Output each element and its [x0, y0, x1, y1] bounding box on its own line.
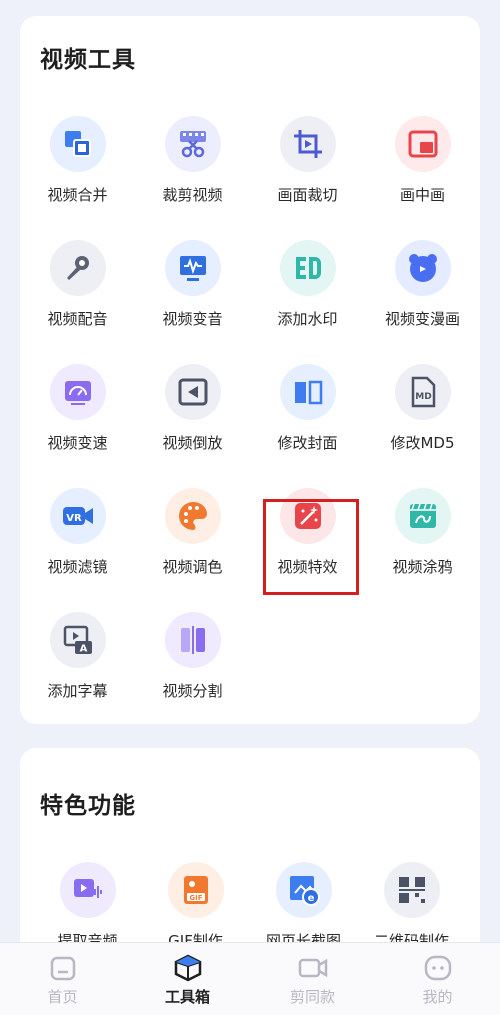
- gif-icon: GIF: [167, 862, 224, 918]
- tab-label: 我的: [422, 988, 453, 1006]
- tool-label: 裁剪视频: [162, 186, 223, 204]
- tool-label: 视频滤镜: [47, 558, 108, 576]
- video-camera-icon: [298, 958, 327, 978]
- tab-template[interactable]: 剪同款: [250, 943, 375, 1015]
- tool-label: 视频变速: [47, 434, 108, 452]
- svg-text:GIF: GIF: [189, 894, 202, 902]
- tool-color-grading[interactable]: 视频调色: [135, 484, 250, 596]
- doodle-icon: [394, 488, 451, 544]
- tab-profile[interactable]: 我的: [375, 943, 500, 1015]
- featured-title: 特色功能: [40, 793, 136, 819]
- tool-crop[interactable]: 画面裁切: [250, 112, 365, 224]
- toolbox-icon: [174, 954, 201, 982]
- tool-label: 画面裁切: [277, 186, 338, 204]
- home-icon: [50, 956, 75, 981]
- tool-label: 修改MD5: [390, 434, 455, 452]
- svg-text:A: A: [79, 644, 87, 655]
- tool-add-subtitle[interactable]: A 添加字幕: [20, 608, 135, 720]
- tool-label: 视频变漫画: [384, 310, 460, 328]
- tab-label: 首页: [47, 988, 78, 1006]
- tool-label: 添加水印: [277, 310, 338, 328]
- tool-label: 视频分割: [162, 682, 223, 700]
- tool-label: 视频合并: [47, 186, 108, 204]
- tool-edit-md5[interactable]: MD 修改MD5: [365, 360, 480, 472]
- tool-label: 视频变音: [162, 310, 223, 328]
- svg-text:MD: MD: [415, 392, 431, 402]
- svg-text:VR: VR: [66, 513, 82, 524]
- tool-label: 修改封面: [277, 434, 338, 452]
- merge-icon: [49, 116, 106, 172]
- qrcode-icon: [383, 862, 440, 918]
- tool-label: 视频倒放: [162, 434, 223, 452]
- tool-video-dubbing[interactable]: 视频配音: [20, 236, 135, 348]
- svg-text:e: e: [307, 893, 314, 904]
- vr-camera-icon: VR: [49, 488, 106, 544]
- video-tools-card: 视频工具 视频合并 裁剪视频 画面裁切 画中画 视频配音 视频变音 添加水印 视…: [20, 16, 480, 724]
- tool-label: 视频配音: [47, 310, 108, 328]
- watermark-icon: [279, 240, 336, 296]
- bottom-tab-bar: 首页 工具箱 剪同款 我的: [0, 942, 500, 1015]
- tool-edit-cover[interactable]: 修改封面: [250, 360, 365, 472]
- tool-label: 画中画: [399, 186, 445, 204]
- tool-cut-video[interactable]: 裁剪视频: [135, 112, 250, 224]
- tool-video-speed[interactable]: 视频变速: [20, 360, 135, 472]
- voice-change-icon: [164, 240, 221, 296]
- tab-label: 工具箱: [164, 988, 210, 1006]
- microphone-icon: [49, 240, 106, 296]
- tool-video-reverse[interactable]: 视频倒放: [135, 360, 250, 472]
- tool-video-filter[interactable]: VR 视频滤镜: [20, 484, 135, 596]
- extract-audio-icon: [59, 862, 116, 918]
- cut-video-icon: [164, 116, 221, 172]
- split-icon: [164, 612, 221, 668]
- tool-video-doodle[interactable]: 视频涂鸦: [365, 484, 480, 596]
- tool-video-to-cartoon[interactable]: 视频变漫画: [365, 236, 480, 348]
- subtitle-icon: A: [49, 612, 106, 668]
- tool-label: 视频调色: [162, 558, 223, 576]
- tool-label: 添加字幕: [47, 682, 108, 700]
- tool-video-split[interactable]: 视频分割: [135, 608, 250, 720]
- crop-icon: [279, 116, 336, 172]
- tab-toolbox[interactable]: 工具箱: [125, 943, 250, 1015]
- book-cover-icon: [279, 364, 336, 420]
- rewind-icon: [164, 364, 221, 420]
- tool-voice-change[interactable]: 视频变音: [135, 236, 250, 348]
- tool-label: 视频涂鸦: [392, 558, 453, 576]
- tool-add-watermark[interactable]: 添加水印: [250, 236, 365, 348]
- tab-home[interactable]: 首页: [0, 943, 125, 1015]
- palette-icon: [164, 488, 221, 544]
- cartoon-bear-icon: [394, 240, 451, 296]
- tool-picture-in-picture[interactable]: 画中画: [365, 112, 480, 224]
- video-tools-title: 视频工具: [40, 47, 136, 73]
- tab-label: 剪同款: [289, 988, 335, 1006]
- profile-icon: [424, 955, 451, 981]
- speedometer-icon: [49, 364, 106, 420]
- selection-highlight: [263, 499, 359, 595]
- tool-video-merge[interactable]: 视频合并: [20, 112, 135, 224]
- md5-file-icon: MD: [394, 364, 451, 420]
- picture-in-picture-icon: [394, 116, 451, 172]
- web-screenshot-icon: e: [275, 862, 332, 918]
